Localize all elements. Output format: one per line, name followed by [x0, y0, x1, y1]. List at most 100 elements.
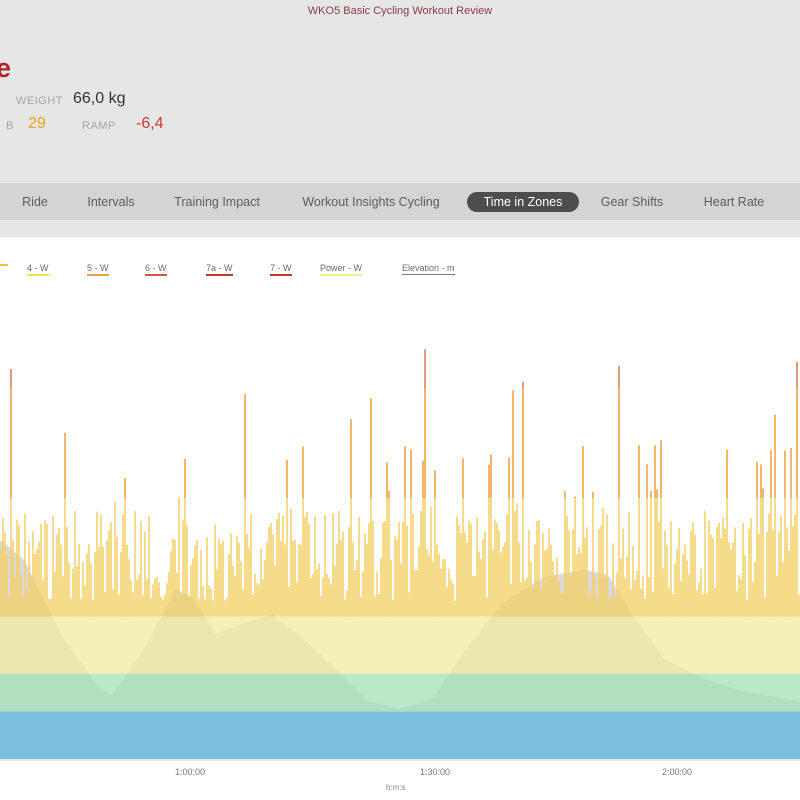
zone-bar-segment: [262, 673, 264, 712]
zone-bar-segment: [480, 711, 482, 759]
zone-bar-segment: [384, 521, 386, 617]
zone-bar-segment: [756, 461, 758, 498]
zone-bar-segment: [144, 673, 146, 712]
zone-bar-segment: [316, 673, 318, 712]
zone-bar-segment: [396, 539, 398, 617]
zone-bar-segment: [312, 573, 314, 617]
zone-bar-segment: [718, 711, 720, 759]
zone-bar-segment: [492, 616, 494, 674]
zone-bar-segment: [330, 711, 332, 759]
zone-bar-segment: [410, 498, 412, 617]
zone-bar-segment: [594, 673, 596, 712]
zone-bar-segment: [558, 616, 560, 674]
zone-bar-segment: [644, 616, 646, 674]
zone-bar-segment: [192, 616, 194, 674]
zone-bar-segment: [724, 616, 726, 674]
tab-training-impact[interactable]: Training Impact: [162, 192, 272, 212]
zone-bar-segment: [392, 673, 394, 712]
zone-bar-segment: [434, 711, 436, 759]
tab-ride[interactable]: Ride: [10, 192, 60, 212]
zone-bar-segment: [90, 616, 92, 674]
zone-bar-segment: [604, 673, 606, 712]
zone-bar-segment: [788, 550, 790, 617]
zone-bar-segment: [70, 673, 72, 712]
zone-bar-segment: [764, 616, 766, 674]
zone-bar-segment: [472, 711, 474, 759]
tab-workout-insights-cycling[interactable]: Workout Insights Cycling: [290, 192, 452, 212]
zone-bar-segment: [416, 570, 418, 617]
zone-bar-segment: [280, 616, 282, 674]
zone-bar-segment: [98, 616, 100, 674]
tab-gear-shifts[interactable]: Gear Shifts: [592, 192, 672, 212]
zone-bar-segment: [680, 673, 682, 712]
zone-bar-segment: [8, 673, 10, 712]
zone-bar-segment: [614, 673, 616, 712]
zone-bar-segment: [674, 711, 676, 759]
zone-bar-segment: [506, 616, 508, 674]
zone-bar-segment: [106, 616, 108, 674]
tab-heart-rate[interactable]: Heart Rate: [692, 192, 776, 212]
zone-bar-segment: [38, 711, 40, 759]
zone-bar-segment: [468, 520, 470, 617]
zone-bar-segment: [220, 673, 222, 712]
zone-bar-segment: [260, 711, 262, 759]
zone-bar-segment: [506, 514, 508, 617]
zone-bar-segment: [616, 616, 618, 674]
zone-bar-segment: [272, 534, 274, 617]
zone-bar-segment: [708, 673, 710, 712]
zone-bar-segment: [674, 563, 676, 617]
zone-bar-segment: [484, 673, 486, 712]
zone-bar-segment: [470, 673, 472, 712]
zone-bar-segment: [550, 711, 552, 759]
zone-bar-segment: [594, 711, 596, 759]
zone-bar-segment: [750, 711, 752, 759]
zone-bar-segment: [288, 586, 290, 617]
tab-time-in-zones[interactable]: Time in Zones: [467, 192, 579, 212]
zone-bar-segment: [232, 565, 234, 617]
zone-bar-segment: [714, 711, 716, 759]
zone-bar-segment: [154, 711, 156, 759]
zone-bar-segment: [22, 673, 24, 712]
zone-bar-segment: [174, 673, 176, 712]
zone-bar-segment: [628, 616, 630, 674]
zone-bar-segment: [318, 616, 320, 674]
zone-bar-segment: [406, 616, 408, 674]
zone-bar-segment: [480, 616, 482, 674]
zone-bar-segment: [362, 571, 364, 617]
zone-bar-segment: [770, 711, 772, 759]
zone-bar-segment: [200, 616, 202, 674]
zone-bar-segment: [220, 616, 222, 674]
zone-bar-segment: [456, 516, 458, 617]
zone-bar-segment: [696, 616, 698, 674]
zone-bar-segment: [120, 673, 122, 712]
zone-bar-segment: [140, 520, 142, 617]
zone-bar-segment: [124, 673, 126, 712]
zone-bar-segment: [276, 673, 278, 712]
zone-bar-segment: [14, 577, 16, 617]
zone-bar-segment: [28, 711, 30, 759]
zone-bar-segment: [480, 673, 482, 712]
zone-bar-segment: [128, 559, 130, 617]
zone-bar-segment: [36, 548, 38, 617]
zone-bar-segment: [16, 519, 18, 617]
tab-intervals[interactable]: Intervals: [76, 192, 146, 212]
zone-bar-segment: [402, 521, 404, 617]
zone-bar-segment: [738, 616, 740, 674]
zone-bar-segment: [426, 711, 428, 759]
zone-bar-segment: [410, 449, 412, 498]
zone-bar-segment: [460, 673, 462, 712]
zone-bar-segment: [736, 673, 738, 712]
time-in-zones-chart[interactable]: [0, 237, 800, 767]
zone-bar-segment: [290, 509, 292, 617]
zone-bar-segment: [102, 711, 104, 759]
zone-bar-segment: [772, 673, 774, 712]
zone-bar-segment: [148, 673, 150, 712]
zone-bar-segment: [448, 673, 450, 712]
zone-bar-segment: [604, 577, 606, 617]
zone-bar-segment: [516, 673, 518, 712]
zone-bar-segment: [114, 673, 116, 712]
zone-bar-segment: [794, 616, 796, 674]
zone-bar-segment: [504, 541, 506, 617]
zone-bar-segment: [302, 498, 304, 617]
zone-bar-segment: [392, 616, 394, 674]
